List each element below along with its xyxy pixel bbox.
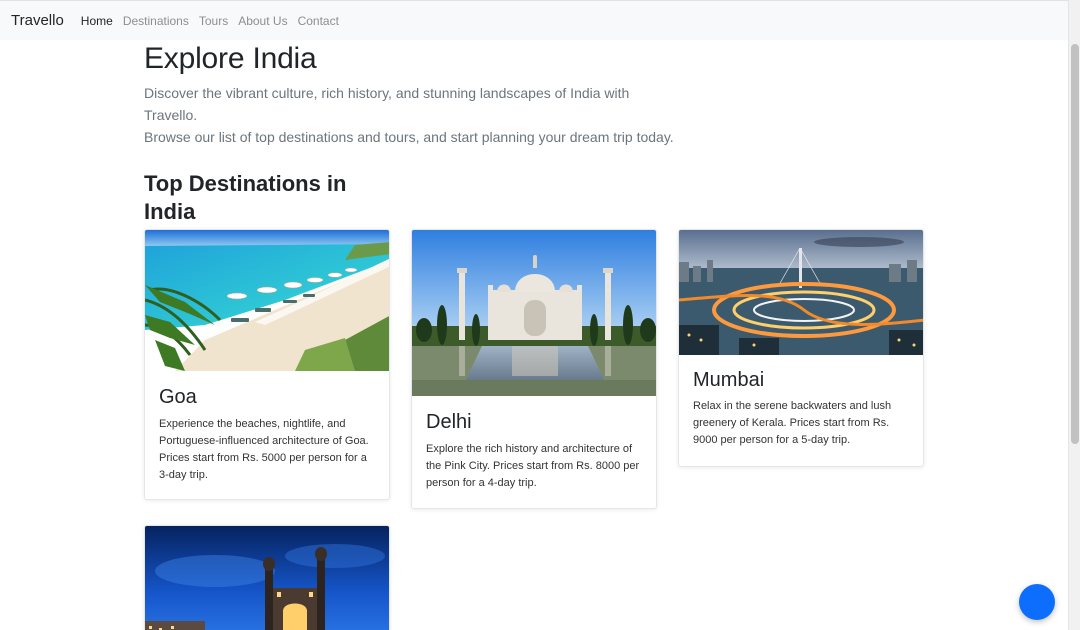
nav-link-about-us[interactable]: About Us bbox=[238, 14, 287, 28]
goa-beach-image bbox=[145, 230, 389, 371]
card-title: Delhi bbox=[426, 411, 472, 433]
card-body: Goa Experience the beaches, nightlife, a… bbox=[145, 386, 389, 484]
nav-link-contact[interactable]: Contact bbox=[298, 14, 339, 28]
card-title: Mumbai bbox=[693, 369, 765, 391]
section-title-top-destinations: Top Destinations in India bbox=[144, 171, 347, 224]
nav-link-tours[interactable]: Tours bbox=[199, 14, 228, 28]
card-body: Mumbai Relax in the serene backwaters an… bbox=[679, 369, 923, 449]
hero-lead-line-2: Browse our list of top destinations and … bbox=[144, 129, 674, 145]
card-text: Explore the rich history and architectur… bbox=[426, 443, 640, 489]
mumbai-sea-link-image bbox=[679, 230, 923, 355]
brand-link[interactable]: Travello bbox=[11, 12, 64, 29]
nav-link-destinations[interactable]: Destinations bbox=[123, 14, 189, 28]
floating-action-button[interactable] bbox=[1019, 584, 1055, 620]
hero-lead: Discover the vibrant culture, rich histo… bbox=[144, 82, 684, 148]
destination-card-delhi[interactable]: Delhi Explore the rich history and archi… bbox=[411, 229, 657, 509]
taj-mahal-image bbox=[412, 230, 656, 396]
page-title: Explore India bbox=[144, 42, 317, 75]
nav-link-home[interactable]: Home bbox=[81, 14, 113, 28]
navbar: Travello Home Destinations Tours About U… bbox=[0, 0, 1068, 40]
destination-card-partial[interactable] bbox=[144, 525, 390, 630]
destination-card-goa[interactable]: Goa Experience the beaches, nightlife, a… bbox=[144, 229, 390, 500]
vertical-scrollbar[interactable] bbox=[1068, 0, 1080, 630]
hero-lead-line-1: Discover the vibrant culture, rich histo… bbox=[144, 85, 630, 123]
destination-card-mumbai[interactable]: Mumbai Relax in the serene backwaters an… bbox=[678, 229, 924, 467]
charminar-image bbox=[145, 526, 389, 630]
card-title: Goa bbox=[159, 386, 197, 408]
card-body: Delhi Explore the rich history and archi… bbox=[412, 411, 656, 492]
card-text: Experience the beaches, nightlife, and P… bbox=[159, 418, 369, 481]
scrollbar-thumb[interactable] bbox=[1071, 44, 1079, 444]
card-text: Relax in the serene backwaters and lush … bbox=[693, 400, 892, 446]
